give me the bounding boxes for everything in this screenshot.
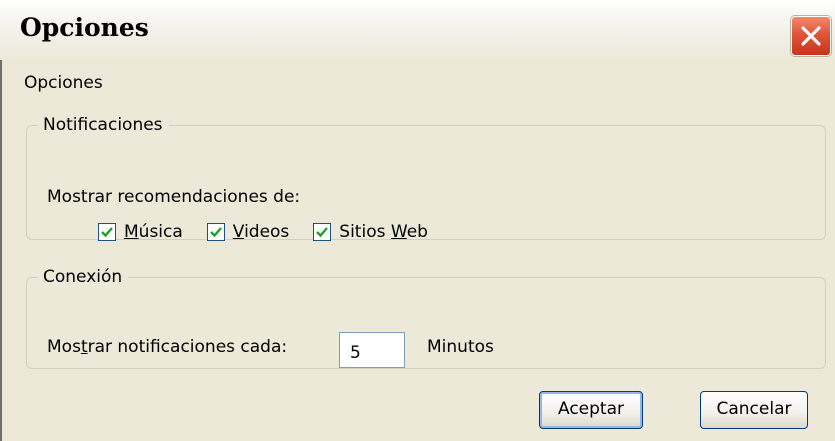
notifications-group: Notificaciones Mostrar recomendaciones d…	[26, 115, 826, 242]
websites-label: Sitios Web	[339, 222, 428, 242]
websites-checkbox-box[interactable]	[313, 223, 332, 241]
recommendations-prompt: Mostrar recomendaciones de:	[47, 187, 301, 207]
dialog-body: Opciones Notificaciones Mostrar recomend…	[0, 60, 835, 441]
checkmark-icon	[316, 227, 329, 238]
checkmark-icon	[209, 227, 222, 238]
cancel-button[interactable]: Cancelar	[700, 391, 808, 429]
notifications-legend: Notificaciones	[43, 115, 163, 135]
title-bar[interactable]: Opciones	[0, 0, 835, 61]
connection-legend: Conexión	[43, 267, 123, 287]
checkmark-icon	[101, 227, 113, 238]
music-checkbox[interactable]: Música	[98, 222, 183, 242]
connection-group: Conexión Mostrar notificaciones cada: Mi…	[26, 267, 826, 369]
videos-checkbox[interactable]: Videos	[206, 222, 290, 242]
interval-input[interactable]	[339, 332, 405, 368]
videos-label: Videos	[232, 222, 290, 242]
websites-checkbox[interactable]: Sitios Web	[313, 222, 428, 242]
music-label: Música	[124, 222, 183, 242]
close-icon	[801, 26, 821, 46]
window-title: Opciones	[20, 13, 149, 42]
music-checkbox-box[interactable]	[98, 223, 116, 241]
interval-label: Mostrar notificaciones cada:	[47, 337, 288, 357]
section-label: Opciones	[24, 73, 103, 93]
accept-button[interactable]: Aceptar	[539, 391, 643, 429]
videos-checkbox-box[interactable]	[206, 223, 225, 241]
recommendation-options: Música Videos Sitios Web	[98, 222, 452, 242]
close-button[interactable]	[791, 16, 831, 56]
interval-unit: Minutos	[427, 337, 494, 357]
